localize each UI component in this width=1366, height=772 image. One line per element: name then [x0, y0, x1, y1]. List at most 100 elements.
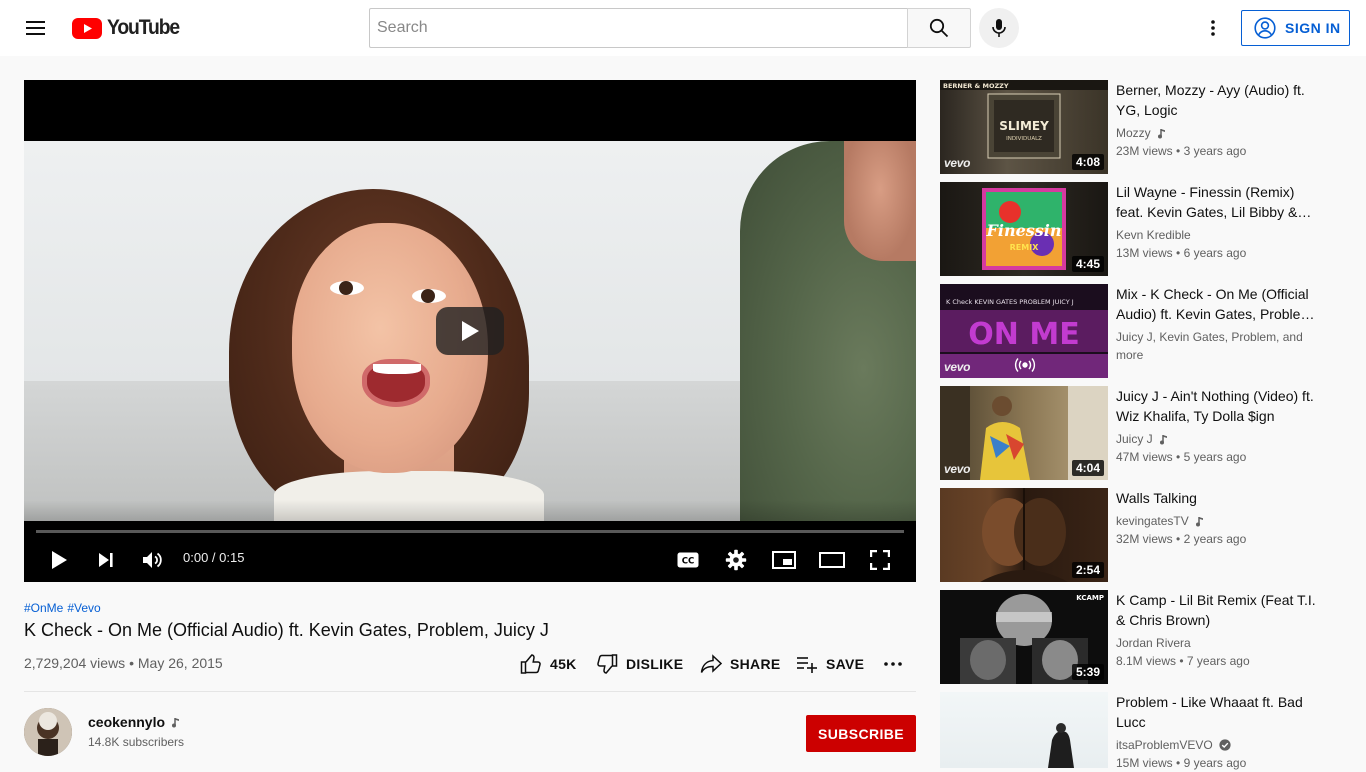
- hashtag-link[interactable]: #OnMe: [24, 601, 63, 615]
- subtitles-button[interactable]: CC: [670, 542, 706, 578]
- search-button[interactable]: [907, 8, 971, 48]
- theater-mode-icon: [819, 552, 845, 568]
- sign-in-label: SIGN IN: [1285, 20, 1341, 36]
- recommended-meta: 32M views • 2 years ago: [1116, 532, 1247, 546]
- closed-captions-icon: CC: [677, 552, 699, 568]
- skip-next-icon: [99, 553, 113, 567]
- recommended-video[interactable]: BERNER & MOZZY SLIMEY INDIVIDUALZ vevo 4…: [940, 80, 1340, 174]
- more-actions-button[interactable]: [884, 652, 902, 676]
- recommended-channel-name: Kevn Kredible: [1116, 228, 1191, 242]
- recommended-video[interactable]: vevo 4:04 Juicy J - Ain't Nothing (Video…: [940, 386, 1340, 480]
- thumbnail-header-text: BERNER & MOZZY: [943, 82, 1009, 90]
- next-button[interactable]: [88, 542, 124, 578]
- recommended-channel[interactable]: kevingatesTV: [1116, 512, 1326, 530]
- video-duration: 4:08: [1071, 154, 1104, 170]
- recommended-channel-name: Jordan Rivera: [1116, 636, 1191, 650]
- hashtag-link[interactable]: #Vevo: [67, 601, 100, 615]
- vevo-watermark: vevo: [944, 360, 971, 374]
- thumbs-down-icon: [597, 654, 618, 674]
- video-thumbnail[interactable]: vevo 4:04: [940, 386, 1108, 480]
- search-box: [369, 8, 908, 48]
- recommended-mix[interactable]: K Check KEVIN GATES PROBLEM JUICY J ON M…: [940, 284, 1340, 378]
- recommended-video-title[interactable]: Berner, Mozzy - Ayy (Audio) ft. YG, Logi…: [1116, 80, 1316, 120]
- video-duration: 5:39: [1071, 664, 1104, 680]
- vevo-watermark: vevo: [944, 156, 971, 170]
- recommended-video-title[interactable]: Lil Wayne - Finessin (Remix) feat. Kevin…: [1116, 182, 1316, 222]
- mute-button[interactable]: [135, 542, 171, 578]
- recommended-video[interactable]: Finessin REMIX 4:45 Lil Wayne - Finessin…: [940, 182, 1340, 276]
- share-button[interactable]: SHARE: [700, 652, 781, 676]
- playlist-add-icon: [797, 657, 817, 673]
- recommended-video-title[interactable]: K Camp - Lil Bit Remix (Feat T.I. & Chri…: [1116, 590, 1316, 630]
- play-icon: [462, 321, 479, 341]
- recommended-video-title[interactable]: Walls Talking: [1116, 488, 1316, 508]
- settings-more-button[interactable]: [1197, 12, 1229, 44]
- channel-avatar[interactable]: [24, 708, 72, 756]
- youtube-logo[interactable]: YouTube: [72, 16, 185, 40]
- recommended-age: 7 years ago: [1186, 654, 1250, 668]
- voice-search-button[interactable]: [979, 8, 1019, 48]
- video-thumbnail[interactable]: K Check KEVIN GATES PROBLEM JUICY J ON M…: [940, 284, 1108, 378]
- video-thumbnail[interactable]: KCAMP 5:39: [940, 590, 1108, 684]
- recommended-channel[interactable]: Juicy J: [1116, 430, 1326, 448]
- recommended-channel[interactable]: Juicy J, Kevin Gates, Problem, and more: [1116, 328, 1326, 364]
- recommended-views: 32M views: [1116, 532, 1173, 546]
- subscribe-button[interactable]: SUBSCRIBE: [806, 715, 916, 752]
- save-button[interactable]: SAVE: [796, 652, 864, 676]
- fullscreen-button[interactable]: [862, 542, 898, 578]
- recommended-views: 13M views: [1116, 246, 1173, 260]
- miniplayer-icon: [772, 551, 796, 569]
- large-play-button[interactable]: [436, 307, 504, 355]
- masthead: YouTube SIGN IN: [0, 0, 1366, 56]
- recommended-video[interactable]: KCAMP 5:39 K Camp - Lil Bit Remix (Feat …: [940, 590, 1340, 684]
- thumbnail-title-text: SLIMEY: [999, 119, 1049, 133]
- dislike-button[interactable]: DISLIKE: [596, 652, 683, 676]
- video-thumbnail[interactable]: BERNER & MOZZY SLIMEY INDIVIDUALZ vevo 4…: [940, 80, 1108, 174]
- thumbnail-header-text: K Check KEVIN GATES PROBLEM JUICY J: [946, 298, 1074, 306]
- like-button[interactable]: 45K: [520, 652, 577, 676]
- video-scene-eye-right: [412, 289, 446, 303]
- vertical-dots-icon: [1211, 20, 1215, 36]
- recommended-channel[interactable]: itsaProblemVEVO: [1116, 736, 1326, 754]
- thumbnail-subtitle-text: INDIVIDUALZ: [1006, 136, 1042, 142]
- settings-button[interactable]: [718, 542, 754, 578]
- recommended-video[interactable]: Problem - Like Whaaat ft. Bad Lucc itsaP…: [940, 692, 1340, 770]
- microphone-icon: [992, 19, 1006, 37]
- guide-menu-button[interactable]: [20, 12, 52, 44]
- recommended-age: 3 years ago: [1183, 144, 1247, 158]
- svg-text:CC: CC: [682, 557, 695, 567]
- bullet-separator: •: [129, 655, 134, 671]
- subscriber-count: 14.8K subscribers: [88, 735, 185, 749]
- recommended-video-title[interactable]: Juicy J - Ain't Nothing (Video) ft. Wiz …: [1116, 386, 1316, 426]
- save-label: SAVE: [826, 656, 865, 672]
- video-title: K Check - On Me (Official Audio) ft. Kev…: [24, 620, 549, 640]
- recommended-video[interactable]: 2:54 Walls Talking kevingatesTV 32M view…: [940, 488, 1340, 582]
- video-thumbnail[interactable]: Finessin REMIX 4:45: [940, 182, 1108, 276]
- theater-mode-button[interactable]: [814, 542, 850, 578]
- video-thumbnail[interactable]: 2:54: [940, 488, 1108, 582]
- progress-bar[interactable]: [36, 530, 904, 533]
- channel-name-link[interactable]: ceokennylo: [88, 714, 181, 730]
- recommended-video-title[interactable]: Mix - K Check - On Me (Official Audio) f…: [1116, 284, 1316, 324]
- play-button[interactable]: [41, 542, 77, 578]
- thumbs-up-icon: [520, 654, 541, 674]
- miniplayer-button[interactable]: [766, 542, 802, 578]
- music-note-icon: [1195, 516, 1203, 526]
- recommended-channel-name: Juicy J, Kevin Gates, Problem, and more: [1116, 330, 1303, 362]
- music-note-icon: [1159, 434, 1167, 444]
- sign-in-button[interactable]: SIGN IN: [1241, 10, 1350, 46]
- video-scene-mouth: [362, 359, 430, 407]
- video-duration: 4:04: [1071, 460, 1104, 476]
- search-input[interactable]: [370, 9, 908, 47]
- fullscreen-icon: [870, 550, 890, 570]
- account-circle-icon: [1254, 17, 1276, 39]
- recommended-channel[interactable]: Jordan Rivera: [1116, 634, 1326, 652]
- recommended-channel-name: kevingatesTV: [1116, 514, 1189, 528]
- view-count-and-date: 2,729,204 views • May 26, 2015: [24, 654, 223, 672]
- thumbnail-title-text: Finessin: [986, 221, 1062, 240]
- video-thumbnail[interactable]: [940, 692, 1108, 768]
- recommended-video-title[interactable]: Problem - Like Whaaat ft. Bad Lucc: [1116, 692, 1316, 732]
- video-player[interactable]: 0:00 / 0:15 CC: [24, 80, 916, 582]
- recommended-channel[interactable]: Kevn Kredible: [1116, 226, 1326, 244]
- recommended-channel[interactable]: Mozzy: [1116, 124, 1326, 142]
